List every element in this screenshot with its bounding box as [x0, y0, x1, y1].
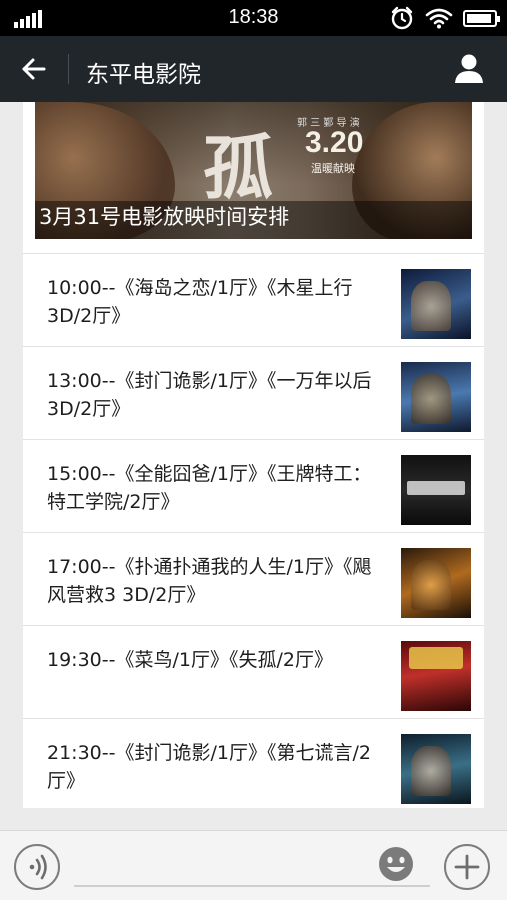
list-item[interactable]: 13:00--《封门诡影/1厅》《一万年以后3D/2厅》: [23, 346, 484, 439]
list-item-text: 13:00--《封门诡影/1厅》《一万年以后3D/2厅》: [47, 370, 372, 420]
nav-bar: 东平电影院: [0, 36, 507, 102]
list-item-text: 17:00--《扑通扑通我的人生/1厅》《飓风营救3 3D/2厅》: [47, 556, 372, 606]
plus-button[interactable]: [444, 844, 490, 890]
list-item-text: 21:30--《封门诡影/1厅》《第七谎言/2厅》: [47, 742, 371, 792]
thumbnail-image: [401, 455, 471, 525]
thumbnail-image: [401, 548, 471, 618]
article-card: 郭 三 鄞 导 演 孤 3.20 温暖献映 3月31号电影放映时间安排 10:0…: [23, 102, 484, 808]
status-bar: 18:38: [0, 0, 507, 36]
list-item[interactable]: 17:00--《扑通扑通我的人生/1厅》《飓风营救3 3D/2厅》: [23, 532, 484, 625]
poster-subtitle: 温暖献映: [311, 162, 355, 175]
banner-caption: 3月31号电影放映时间安排: [39, 205, 290, 229]
voice-button[interactable]: [14, 844, 60, 890]
list-item[interactable]: 15:00--《全能囧爸/1厅》《王牌特工：特工学院/2厅》: [23, 439, 484, 532]
thumbnail-image: [401, 641, 471, 711]
profile-button[interactable]: [453, 52, 485, 84]
thumbnail-image: [401, 734, 471, 804]
emoji-button[interactable]: [376, 844, 416, 884]
list-item-text: 15:00--《全能囧爸/1厅》《王牌特工：特工学院/2厅》: [47, 463, 372, 513]
list-item-text: 19:30--《菜鸟/1厅》《失孤/2厅》: [47, 649, 333, 671]
schedule-list: 10:00--《海岛之恋/1厅》《木星上行3D/2厅》 13:00--《封门诡影…: [23, 253, 484, 808]
plus-icon: [454, 854, 480, 880]
wifi-icon: [425, 8, 453, 29]
page-title: 东平电影院: [86, 62, 201, 88]
alarm-icon: [391, 6, 413, 30]
list-item-text: 10:00--《海岛之恋/1厅》《木星上行3D/2厅》: [47, 277, 353, 327]
input-bar: [0, 830, 507, 900]
list-item[interactable]: 10:00--《海岛之恋/1厅》《木星上行3D/2厅》: [23, 253, 484, 346]
poster-date: 3.20: [305, 126, 364, 159]
list-item[interactable]: 19:30--《菜鸟/1厅》《失孤/2厅》: [23, 625, 484, 718]
nav-divider: [68, 54, 69, 84]
back-button[interactable]: [16, 52, 50, 86]
list-item[interactable]: 21:30--《封门诡影/1厅》《第七谎言/2厅》: [23, 718, 484, 808]
banner-image[interactable]: 郭 三 鄞 导 演 孤 3.20 温暖献映 3月31号电影放映时间安排: [35, 102, 472, 239]
thumbnail-image: [401, 362, 471, 432]
voice-icon: [29, 854, 47, 880]
battery-icon: [463, 9, 500, 27]
thumbnail-image: [401, 269, 471, 339]
poster-title: 孤: [203, 126, 273, 209]
